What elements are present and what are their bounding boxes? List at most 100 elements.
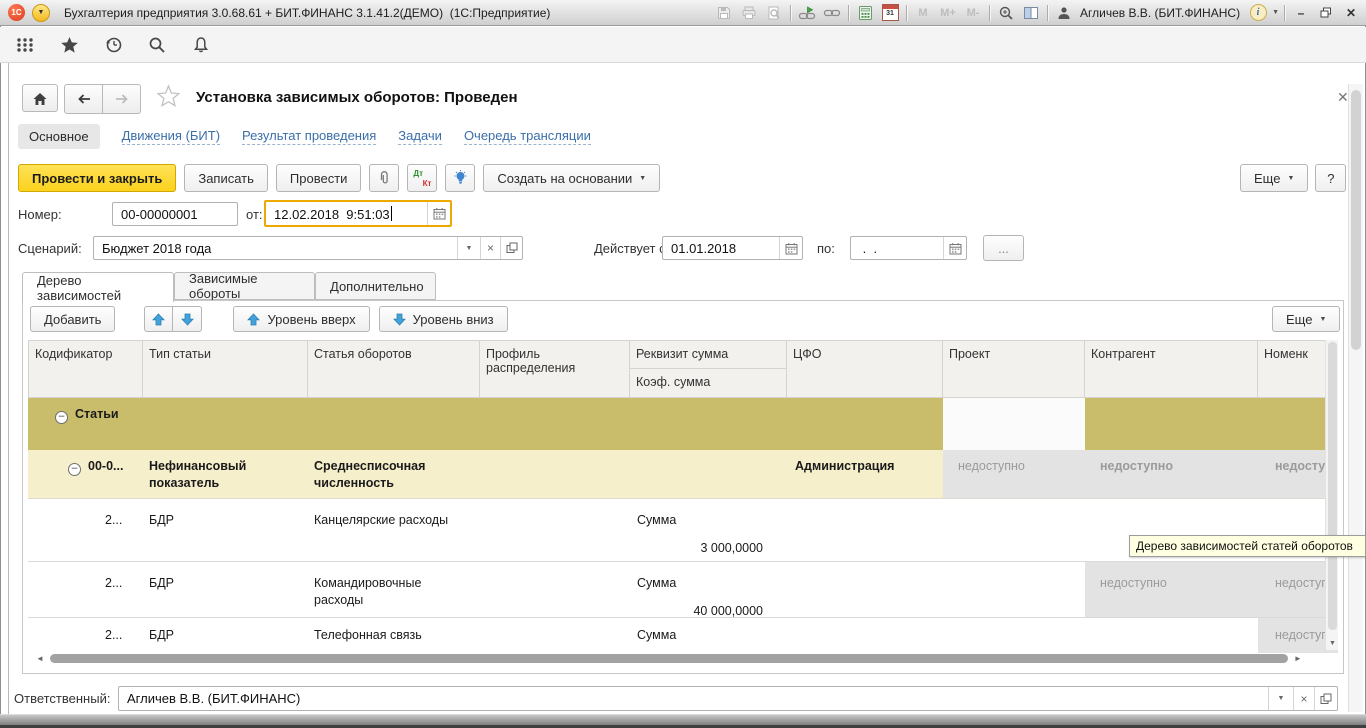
tab-additional[interactable]: Дополнительно <box>315 272 436 300</box>
dt-kt-button[interactable]: ДтКт <box>407 164 437 192</box>
column-header-type[interactable]: Тип статьи <box>143 340 308 398</box>
split-window-icon[interactable] <box>1020 3 1042 23</box>
column-header-article[interactable]: Статья оборотов <box>308 340 480 398</box>
history-icon[interactable] <box>102 34 124 56</box>
column-header-sum[interactable]: Реквизит сумма Коэф. сумма <box>630 340 787 398</box>
favorites-star-icon[interactable] <box>58 34 80 56</box>
close-form-icon[interactable]: ✕ <box>1337 89 1349 106</box>
grid-horizontal-scrollbar[interactable]: ◄ ► <box>28 652 1338 665</box>
memory-minus-button[interactable]: M- <box>962 3 984 23</box>
scroll-left-icon[interactable]: ◄ <box>36 652 44 665</box>
cell-code[interactable]: 2... <box>28 499 143 561</box>
chevron-down-icon[interactable]: ▼ <box>1268 687 1293 710</box>
column-header-coef-sum[interactable]: Коэф. сумма <box>630 369 786 397</box>
cell-article[interactable]: Среднесписочная численность <box>308 450 480 498</box>
forward-button[interactable] <box>103 84 141 114</box>
level-down-button[interactable]: Уровень вниз <box>379 306 508 332</box>
table-row-item[interactable]: 2... БДР Телефонная связь Сумма недоступ… <box>28 618 1338 653</box>
minimize-button[interactable]: – <box>1290 6 1312 20</box>
search-icon[interactable] <box>146 34 168 56</box>
collapse-icon[interactable]: − <box>55 411 68 424</box>
chevron-down-icon[interactable]: ▼ <box>1272 9 1279 16</box>
move-down-button[interactable] <box>173 306 202 332</box>
calendar-picker-icon[interactable] <box>427 202 450 225</box>
tab-translation-queue[interactable]: Очередь трансляции <box>464 128 591 145</box>
scrollbar-thumb[interactable] <box>1351 90 1361 350</box>
cell-project[interactable] <box>943 499 1085 561</box>
grid-vertical-scrollbar[interactable]: ▼ <box>1325 340 1338 650</box>
post-and-close-button[interactable]: Провести и закрыть <box>18 164 176 192</box>
apps-grid-icon[interactable] <box>14 34 36 56</box>
notifications-bell-icon[interactable] <box>190 34 212 56</box>
move-up-button[interactable] <box>144 306 173 332</box>
valid-from-field[interactable]: 01.01.2018 <box>662 236 803 260</box>
cell-profile[interactable] <box>480 450 630 498</box>
info-icon[interactable]: i <box>1247 3 1269 23</box>
date-field[interactable]: 12.02.2018 9:51:03 <box>264 200 452 227</box>
tree-cell[interactable]: −00-0... <box>28 450 143 498</box>
back-button[interactable] <box>64 84 103 114</box>
period-dialog-button[interactable]: ... <box>983 235 1024 261</box>
save-icon[interactable] <box>713 3 735 23</box>
column-header-contractor[interactable]: Контрагент <box>1085 340 1258 398</box>
cell-code[interactable]: 2... <box>28 562 143 617</box>
table-row-item[interactable]: 2... БДР Командировочные расходы Сумма40… <box>28 562 1338 618</box>
zoom-icon[interactable] <box>995 3 1017 23</box>
calendar-icon[interactable]: 31 <box>879 3 901 23</box>
cell-cfo[interactable] <box>787 618 943 653</box>
cell-sum[interactable]: Сумма <box>630 618 787 653</box>
calendar-picker-icon[interactable] <box>779 237 802 259</box>
cell-code[interactable]: 2... <box>28 618 143 653</box>
tab-posting-result[interactable]: Результат проведения <box>242 128 376 145</box>
cell-type[interactable]: БДР <box>143 562 308 617</box>
more-button[interactable]: Еще▼ <box>1240 164 1308 192</box>
grid-more-button[interactable]: Еще▼ <box>1272 306 1340 332</box>
tab-dependency-tree[interactable]: Дерево зависимостей <box>22 272 174 302</box>
cell-article[interactable]: Канцелярские расходы <box>308 499 480 561</box>
cell-type[interactable]: БДР <box>143 499 308 561</box>
cell-sum[interactable]: Сумма3 000,0000 <box>630 499 787 561</box>
write-button[interactable]: Записать <box>184 164 268 192</box>
cell-type[interactable]: Нефинансовый показатель <box>143 450 308 498</box>
current-user[interactable]: Агличев В.В. (БИТ.ФИНАНС) <box>1080 6 1240 20</box>
go-to-link-icon[interactable] <box>796 3 818 23</box>
cell-type[interactable]: БДР <box>143 618 308 653</box>
form-vertical-scrollbar[interactable] <box>1348 84 1363 712</box>
tab-main[interactable]: Основное <box>18 124 100 149</box>
column-header-attr-sum[interactable]: Реквизит сумма <box>630 341 786 369</box>
cell-contractor[interactable] <box>1085 618 1258 653</box>
cell-article[interactable]: Командировочные расходы <box>308 562 480 617</box>
main-menu-button[interactable]: ▼ <box>32 4 50 22</box>
cell-profile[interactable] <box>480 499 630 561</box>
get-link-icon[interactable] <box>821 3 843 23</box>
column-header-code[interactable]: Кодификатор <box>28 340 143 398</box>
close-window-button[interactable]: ✕ <box>1340 6 1362 20</box>
number-field[interactable]: 00-00000001 <box>112 202 238 226</box>
create-based-on-button[interactable]: Создать на основании▼ <box>483 164 660 192</box>
memory-recall-button[interactable]: M <box>912 3 934 23</box>
memory-plus-button[interactable]: M+ <box>937 3 959 23</box>
cell-profile[interactable] <box>480 618 630 653</box>
column-header-profile[interactable]: Профиль распределения <box>480 340 630 398</box>
reminder-button[interactable] <box>445 164 475 192</box>
attachments-button[interactable] <box>369 164 399 192</box>
calendar-picker-icon[interactable] <box>943 237 966 259</box>
cell-article[interactable]: Телефонная связь <box>308 618 480 653</box>
collapse-icon[interactable]: − <box>68 463 81 476</box>
favorite-star-icon[interactable] <box>156 84 181 108</box>
cell-cfo[interactable] <box>787 562 943 617</box>
calculator-icon[interactable] <box>854 3 876 23</box>
cell-sum[interactable]: Сумма40 000,0000 <box>630 562 787 617</box>
restore-button[interactable] <box>1315 7 1337 18</box>
cell-cfo[interactable] <box>787 499 943 561</box>
column-header-cfo[interactable]: ЦФО <box>787 340 943 398</box>
home-button[interactable] <box>22 84 58 112</box>
scrollbar-thumb[interactable] <box>1328 342 1337 630</box>
open-item-icon[interactable] <box>500 237 522 259</box>
cell-project[interactable] <box>943 562 1085 617</box>
table-row-indicator[interactable]: −00-0... Нефинансовый показатель Среднес… <box>28 450 1338 499</box>
scenario-field[interactable]: Бюджет 2018 года ▼ × <box>93 236 523 260</box>
cell-cfo[interactable]: Администрация <box>787 450 943 498</box>
scrollbar-thumb[interactable] <box>50 654 1288 663</box>
open-item-icon[interactable] <box>1314 687 1337 710</box>
